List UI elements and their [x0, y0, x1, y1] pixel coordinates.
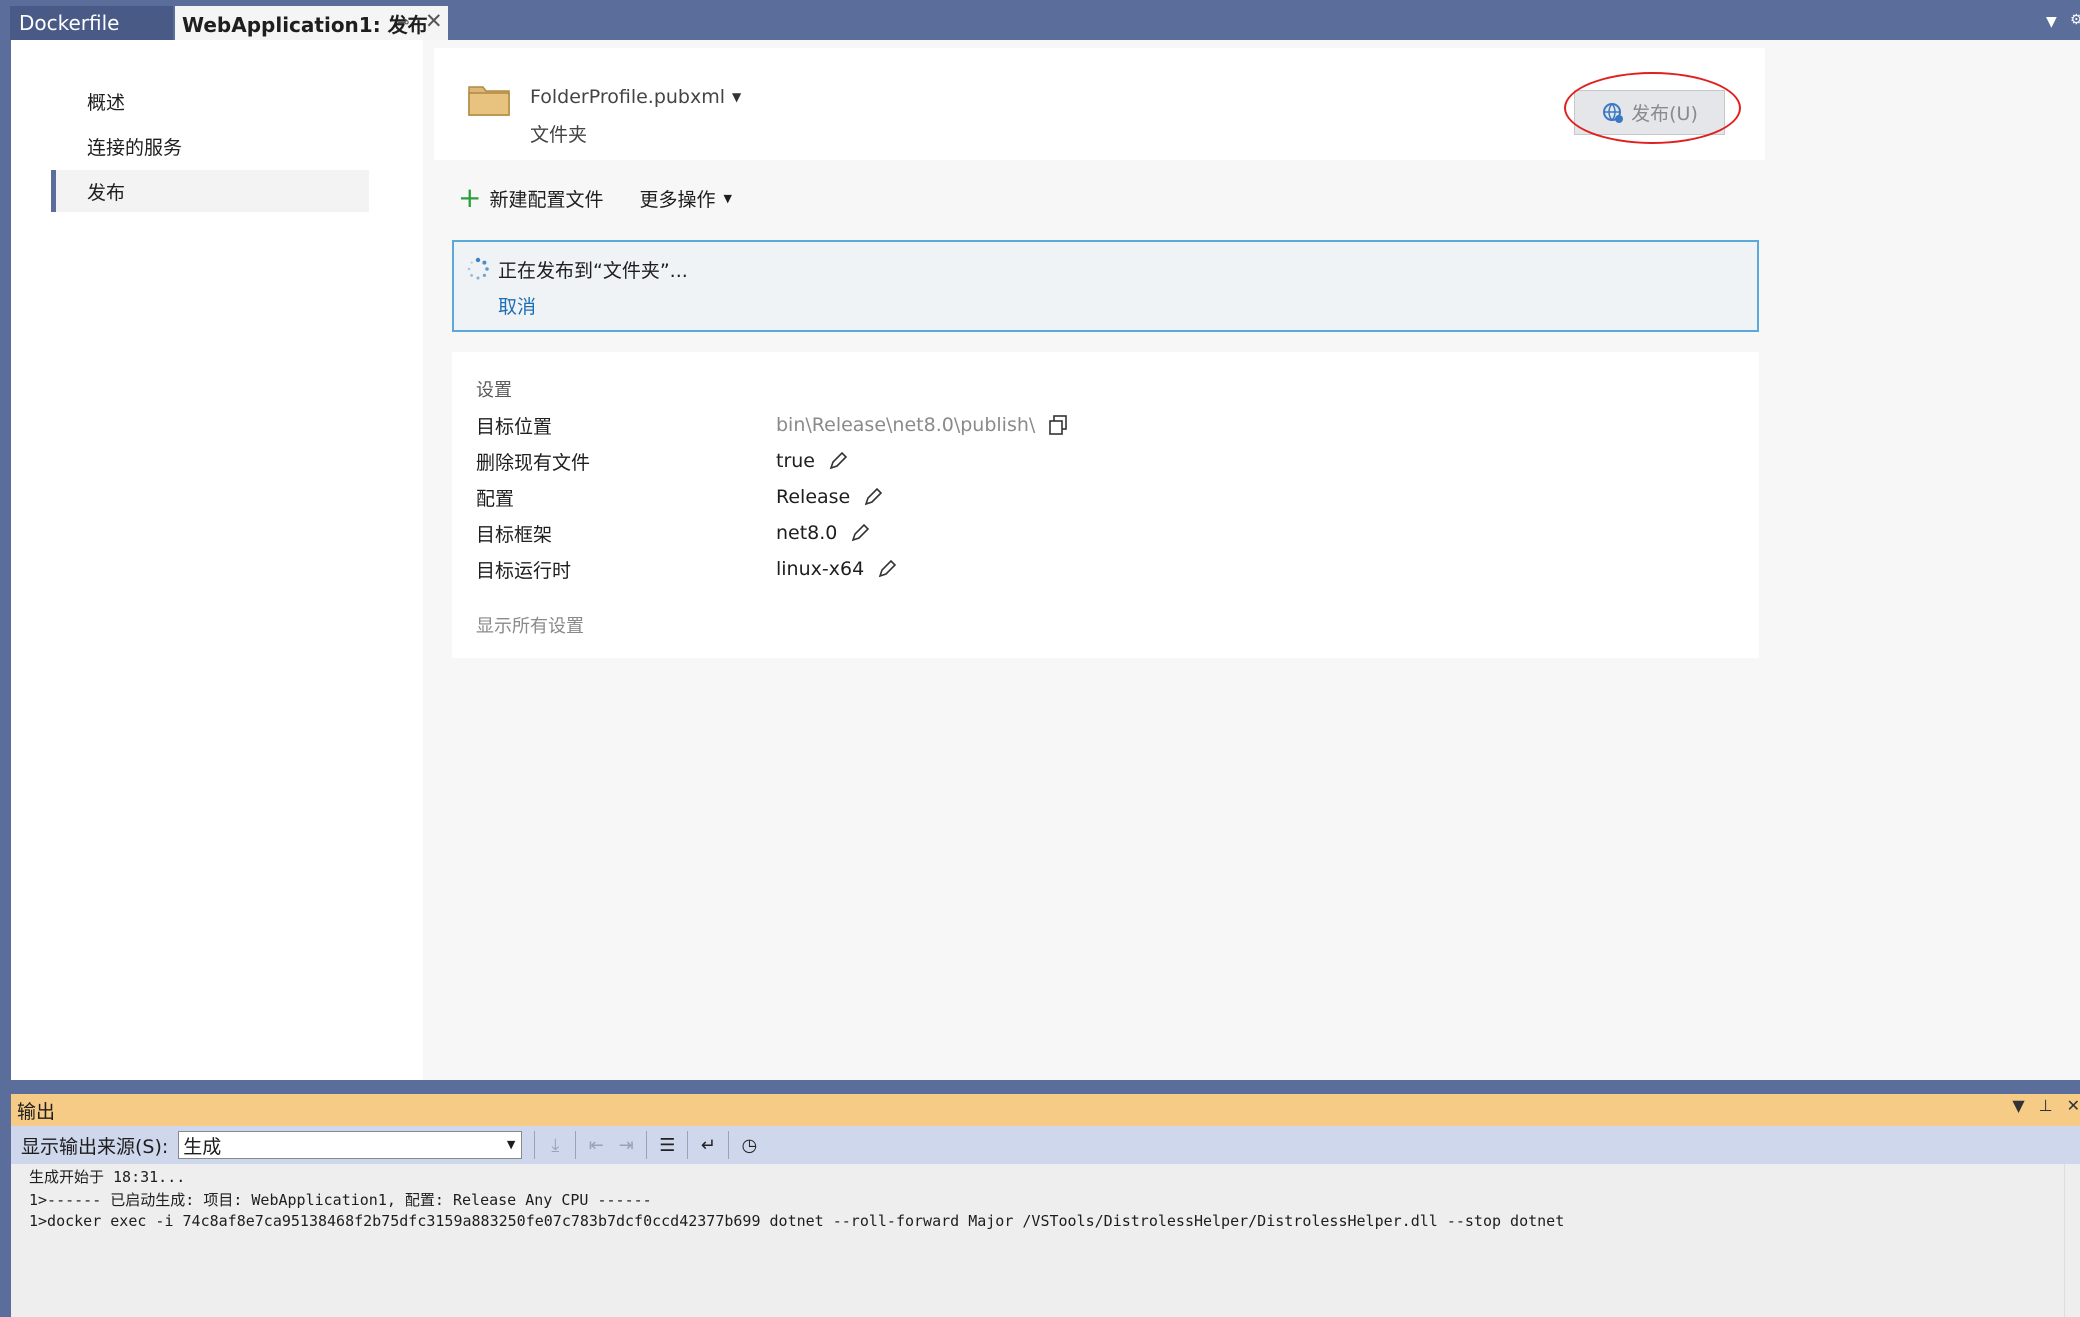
pin-icon[interactable]: ⊥ — [2039, 1096, 2053, 1115]
profile-actions-bar: + 新建配置文件 更多操作 ▼ — [458, 178, 732, 218]
copy-icon[interactable] — [1047, 414, 1069, 436]
folder-icon — [468, 86, 510, 116]
toolbar-separator — [534, 1131, 536, 1159]
toolbar-separator — [646, 1131, 648, 1159]
profile-type: 文件夹 — [530, 124, 588, 146]
spinner-icon — [467, 257, 489, 280]
toolbar-separator — [728, 1131, 730, 1159]
publish-page: 概述 连接的服务 发布 FolderProfile.pubxml ▼ 文件夹 发… — [11, 40, 2080, 1080]
setting-value-text: linux-x64 — [776, 558, 865, 580]
publish-progress-banner: 正在发布到“文件夹”... 取消 — [452, 240, 1759, 332]
tab-dockerfile-label: Dockerfile — [19, 11, 120, 35]
tab-publish-label: WebApplication1: 发布 — [182, 12, 428, 37]
setting-row-target-location: 目标位置 bin\Release\net8.0\publish\ — [476, 410, 1676, 440]
setting-row-configuration: 配置 Release — [476, 482, 1676, 512]
new-profile-label: 新建配置文件 — [489, 188, 604, 211]
globe-publish-icon — [1603, 102, 1624, 123]
document-tab-strip: Dockerfile WebApplication1: 发布 ⊸ ✕ ▼ ⚙ — [0, 0, 2080, 40]
tab-list-dropdown-icon[interactable]: ▼ — [2046, 14, 2057, 30]
output-line: 1>docker exec -i 74c8af8e7ca95138468f2b7… — [29, 1212, 1565, 1230]
setting-label: 目标运行时 — [476, 559, 572, 582]
more-actions-dropdown[interactable]: 更多操作 ▼ — [639, 185, 731, 212]
setting-value-text: Release — [776, 486, 851, 508]
setting-row-delete-existing: 删除现有文件 true — [476, 446, 1676, 476]
output-line: 1>------ 已启动生成: 项目: WebApplication1, 配置:… — [29, 1191, 652, 1209]
close-tab-icon[interactable]: ✕ — [425, 9, 443, 33]
window-position-dropdown-icon[interactable]: ▼ — [2012, 1096, 2024, 1115]
nav-item-overview-label: 概述 — [87, 91, 126, 114]
setting-value-text: bin\Release\net8.0\publish\ — [776, 414, 1036, 436]
nav-item-overview[interactable]: 概述 — [51, 80, 369, 122]
nav-item-connected-services[interactable]: 连接的服务 — [51, 125, 369, 167]
go-to-line-icon[interactable]: ⤓ — [540, 1130, 570, 1160]
setting-value: linux-x64 — [776, 558, 898, 580]
plus-icon: + — [458, 181, 482, 214]
setting-value-text: true — [776, 450, 815, 472]
toolbar-separator — [687, 1131, 689, 1159]
nav-item-publish-label: 发布 — [87, 181, 126, 204]
setting-value-text: net8.0 — [776, 522, 838, 544]
setting-label: 目标位置 — [476, 415, 553, 438]
close-icon[interactable]: ✕ — [2067, 1096, 2080, 1115]
timestamp-clock-icon[interactable]: ◷ — [734, 1130, 764, 1160]
edit-pencil-icon[interactable] — [827, 450, 849, 472]
output-scrollbar[interactable] — [2064, 1164, 2080, 1317]
setting-row-target-runtime: 目标运行时 linux-x64 — [476, 554, 1676, 584]
setting-value: true — [776, 450, 849, 472]
publish-button-label: 发布(U) — [1631, 103, 1698, 125]
previous-message-icon[interactable]: ⇤ — [581, 1130, 611, 1160]
tab-publish[interactable]: WebApplication1: 发布 ⊸ ✕ — [175, 6, 448, 40]
gear-icon[interactable]: ⚙ — [2070, 12, 2080, 28]
setting-value: net8.0 — [776, 522, 871, 544]
output-source-select[interactable]: 生成 ▼ — [178, 1131, 523, 1159]
setting-label: 配置 — [476, 487, 515, 510]
output-source-value: 生成 — [183, 1135, 222, 1158]
output-pane-title: 输出 — [17, 1100, 56, 1123]
output-pane-controls: ▼ ⊥ ✕ — [2012, 1096, 2080, 1115]
nav-item-publish[interactable]: 发布 — [51, 170, 369, 212]
show-all-settings-link[interactable]: 显示所有设置 — [476, 612, 584, 638]
cancel-link[interactable]: 取消 — [498, 292, 536, 319]
output-toolbar: 显示输出来源(S): 生成 ▼ ⤓ ⇤ ⇥ ☰ ↵ ◷ — [11, 1126, 2080, 1164]
output-pane-header: 输出 ▼ ⊥ ✕ — [11, 1094, 2080, 1126]
progress-text: 正在发布到“文件夹”... — [498, 260, 688, 282]
setting-value: bin\Release\net8.0\publish\ — [776, 414, 1069, 436]
tab-dockerfile[interactable]: Dockerfile — [10, 6, 173, 40]
chevron-down-icon: ▼ — [723, 191, 732, 205]
edit-pencil-icon[interactable] — [862, 486, 884, 508]
settings-card: 设置 目标位置 bin\Release\net8.0\publish\ 删除现有… — [452, 352, 1759, 658]
profile-dropdown-icon[interactable]: ▼ — [732, 90, 741, 104]
pin-icon[interactable]: ⊸ — [397, 13, 410, 31]
toolbar-separator — [575, 1131, 577, 1159]
word-wrap-icon[interactable]: ↵ — [693, 1130, 723, 1160]
settings-title: 设置 — [476, 380, 512, 401]
next-message-icon[interactable]: ⇥ — [611, 1130, 641, 1160]
output-source-label: 显示输出来源(S): — [21, 1135, 169, 1158]
setting-label: 目标框架 — [476, 523, 553, 546]
publish-button[interactable]: 发布(U) — [1574, 90, 1725, 135]
profile-header-card: FolderProfile.pubxml ▼ 文件夹 发布(U) — [434, 48, 1765, 160]
edit-pencil-icon[interactable] — [876, 558, 898, 580]
edit-pencil-icon[interactable] — [849, 522, 871, 544]
publish-side-nav: 概述 连接的服务 发布 — [11, 40, 423, 1080]
new-profile-button[interactable]: + 新建配置文件 — [458, 184, 603, 212]
setting-row-target-framework: 目标框架 net8.0 — [476, 518, 1676, 548]
profile-name[interactable]: FolderProfile.pubxml — [530, 86, 725, 108]
setting-label: 删除现有文件 — [476, 451, 591, 474]
chevron-down-icon: ▼ — [506, 1138, 516, 1151]
setting-value: Release — [776, 486, 884, 508]
output-text-area[interactable]: 生成开始于 18:31... 1>------ 已启动生成: 项目: WebAp… — [11, 1164, 2080, 1317]
nav-item-connected-services-label: 连接的服务 — [87, 136, 183, 159]
clear-all-icon[interactable]: ☰ — [652, 1130, 682, 1160]
output-line: 生成开始于 18:31... — [29, 1168, 186, 1186]
more-actions-label: 更多操作 — [639, 188, 716, 211]
